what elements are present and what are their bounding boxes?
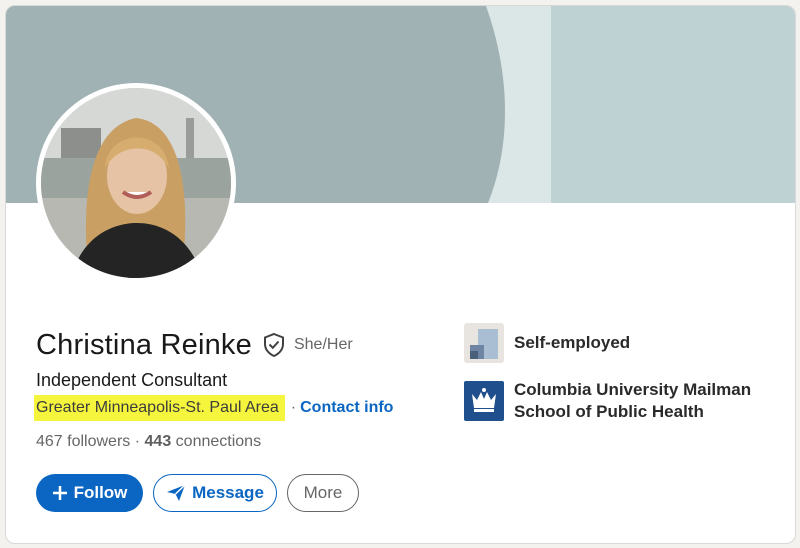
- followers-count[interactable]: 467 followers: [36, 433, 130, 450]
- education-school[interactable]: Columbia University Mailman School of Pu…: [464, 379, 764, 423]
- name-row: Christina Reinke She/Her: [36, 327, 353, 363]
- more-label: More: [303, 483, 343, 502]
- current-company[interactable]: Self-employed: [464, 323, 764, 363]
- profile-stats: 467 followers · 443 connections: [36, 433, 261, 451]
- profile-card: Christina Reinke She/Her Independent Con…: [5, 5, 796, 544]
- paper-plane-icon: [166, 484, 186, 502]
- connections-label: connections: [175, 433, 262, 450]
- school-name-line2: School of Public Health: [514, 402, 704, 421]
- follow-button[interactable]: Follow: [36, 474, 143, 512]
- shield-check-icon[interactable]: [262, 332, 286, 358]
- separator: ·: [290, 399, 297, 416]
- profile-headline: Independent Consultant: [36, 370, 228, 390]
- profile-photo-image: [41, 88, 231, 278]
- education-school-name: Columbia University Mailman School of Pu…: [514, 379, 764, 423]
- profile-pronouns: She/Her: [293, 336, 353, 353]
- more-button[interactable]: More: [287, 474, 359, 512]
- stats-separator: ·: [134, 433, 141, 450]
- message-label: Message: [192, 483, 264, 502]
- profile-name: Christina Reinke: [36, 328, 252, 361]
- message-button[interactable]: Message: [153, 474, 277, 512]
- location-row: Greater Minneapolis-St. Paul Area · Cont…: [34, 395, 393, 421]
- connections-count[interactable]: 443: [145, 433, 172, 450]
- profile-photo[interactable]: [36, 83, 236, 283]
- follow-label: Follow: [73, 483, 128, 502]
- school-name-line1: Columbia University Mailman: [514, 380, 752, 399]
- profile-location: Greater Minneapolis-St. Paul Area: [34, 395, 285, 421]
- plus-icon: [52, 485, 68, 501]
- crown-logo-icon: [464, 381, 504, 421]
- company-logo-icon: [464, 323, 504, 363]
- contact-info-link[interactable]: Contact info: [300, 399, 393, 417]
- current-company-name: Self-employed: [514, 333, 631, 352]
